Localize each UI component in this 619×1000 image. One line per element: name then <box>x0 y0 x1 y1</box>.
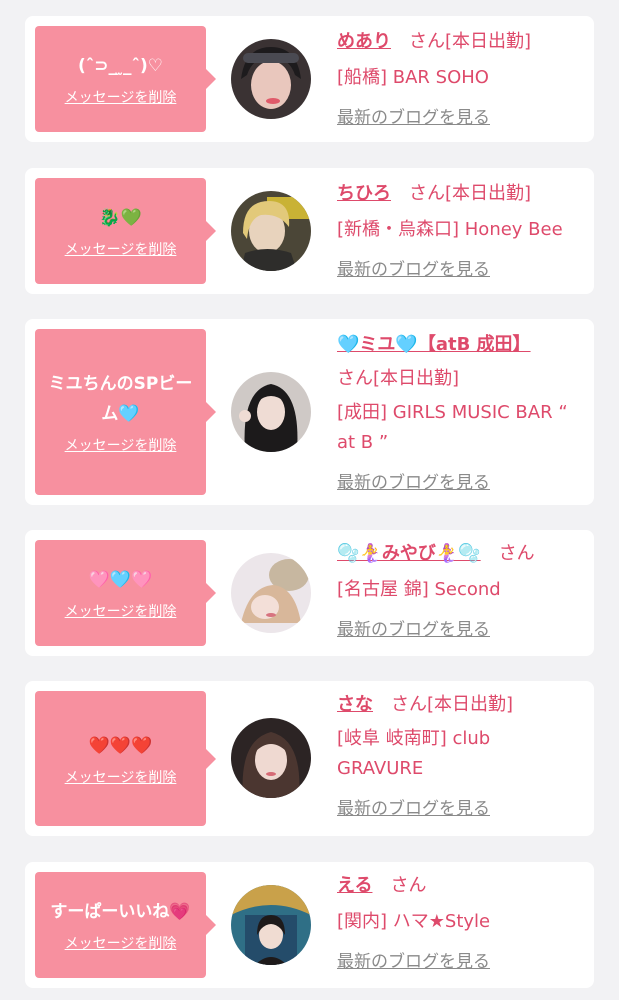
status-label: [本日出勤] <box>373 368 460 389</box>
message-text: ミユちんのSPビーム🩵 <box>48 374 193 424</box>
cast-info: さな さん[本日出勤] [岐阜 岐南町] club GRAVURE 最新のブログを… <box>337 690 587 824</box>
status-label: [本日出勤] <box>445 31 532 52</box>
message-card: (ˆ⊃_ ̫_ˆ)♡ メッセージを削除 めあり さん[本日出勤] [船橋] BAR… <box>25 16 594 142</box>
shop-label: [関内] ハマ★Style <box>337 911 491 932</box>
message-bubble: 🐉💚 メッセージを削除 <box>35 178 216 284</box>
honorific: さん <box>498 543 535 564</box>
cast-info: 🫧🧜‍♀️みやび🧜‍♀️🫧 さん [名古屋 錦] Second 最新のブログを見る <box>337 539 587 645</box>
shop-label: [成田] GIRLS MUSIC BAR “ at B ” <box>337 402 568 453</box>
avatar[interactable] <box>231 885 311 965</box>
message-text: すーぱーいいね💗 <box>50 902 191 922</box>
message-card: 🩷🩵🩷 メッセージを削除 🫧🧜‍♀️みやび🧜‍♀️🫧 さん [名古屋 錦] Sec… <box>25 530 594 656</box>
avatar[interactable] <box>231 553 311 633</box>
avatar[interactable] <box>231 718 311 798</box>
delete-message-link[interactable]: メッセージを削除 <box>65 435 177 455</box>
message-text: 🩷🩵🩷 <box>88 570 153 590</box>
message-text: (ˆ⊃_ ̫_ˆ)♡ <box>78 56 163 76</box>
cast-name-link[interactable]: 🫧🧜‍♀️みやび🧜‍♀️🫧 <box>337 543 481 564</box>
delete-message-link[interactable]: メッセージを削除 <box>65 933 177 953</box>
cast-name-link[interactable]: ちひろ <box>337 183 391 204</box>
message-text: 🐉💚 <box>99 208 142 228</box>
cast-name-link[interactable]: めあり <box>337 31 391 52</box>
cast-name-link[interactable]: 🩵ミユ🩵【atB 成田】 <box>337 334 531 355</box>
latest-blog-link[interactable]: 最新のブログを見る <box>337 947 490 977</box>
avatar[interactable] <box>231 39 311 119</box>
cast-info: ちひろ さん[本日出勤] [新橋・烏森口] Honey Bee 最新のブログを見る <box>337 179 587 285</box>
latest-blog-link[interactable]: 最新のブログを見る <box>337 255 490 285</box>
latest-blog-link[interactable]: 最新のブログを見る <box>337 103 490 133</box>
status-label: [本日出勤] <box>445 183 532 204</box>
message-card: すーぱーいいね💗 メッセージを削除 える さん [関内] ハマ★Style 最新の… <box>25 862 594 988</box>
shop-label: [名古屋 錦] Second <box>337 579 501 600</box>
honorific: さん <box>409 31 445 52</box>
honorific: さん <box>337 368 373 389</box>
delete-message-link[interactable]: メッセージを削除 <box>65 239 177 259</box>
cast-name-link[interactable]: さな <box>337 694 373 715</box>
avatar[interactable] <box>231 191 311 271</box>
avatar[interactable] <box>231 372 311 452</box>
delete-message-link[interactable]: メッセージを削除 <box>65 767 177 787</box>
message-text: ❤️❤️❤️ <box>88 735 153 756</box>
delete-message-link[interactable]: メッセージを削除 <box>65 87 177 107</box>
message-card: ❤️❤️❤️ メッセージを削除 さな さん[本日出勤] [岐阜 岐南町] club… <box>25 681 594 836</box>
message-bubble: ミユちんのSPビーム🩵 メッセージを削除 <box>35 329 216 495</box>
message-card: 🐉💚 メッセージを削除 ちひろ さん[本日出勤] [新橋・烏森口] Honey B… <box>25 168 594 294</box>
cast-info: える さん [関内] ハマ★Style 最新のブログを見る <box>337 871 587 977</box>
status-label: [本日出勤] <box>427 694 514 715</box>
latest-blog-link[interactable]: 最新のブログを見る <box>337 794 490 824</box>
message-card: ミユちんのSPビーム🩵 メッセージを削除 🩵ミユ🩵【atB 成田】 さん[本日出… <box>25 319 594 505</box>
shop-label: [新橋・烏森口] Honey Bee <box>337 219 563 240</box>
shop-label: [船橋] BAR SOHO <box>337 67 489 88</box>
latest-blog-link[interactable]: 最新のブログを見る <box>337 615 490 645</box>
cast-info: めあり さん[本日出勤] [船橋] BAR SOHO 最新のブログを見る <box>337 27 587 133</box>
message-bubble: すーぱーいいね💗 メッセージを削除 <box>35 872 216 978</box>
honorific: さん <box>409 183 445 204</box>
cast-name-link[interactable]: える <box>337 875 372 896</box>
honorific: さん <box>391 694 427 715</box>
message-bubble: 🩷🩵🩷 メッセージを削除 <box>35 540 216 646</box>
cast-info: 🩵ミユ🩵【atB 成田】 さん[本日出勤] [成田] GIRLS MUSIC B… <box>337 330 587 498</box>
delete-message-link[interactable]: メッセージを削除 <box>65 601 177 621</box>
latest-blog-link[interactable]: 最新のブログを見る <box>337 468 490 498</box>
shop-label: [岐阜 岐南町] club GRAVURE <box>337 728 491 779</box>
message-bubble: (ˆ⊃_ ̫_ˆ)♡ メッセージを削除 <box>35 26 216 132</box>
honorific: さん <box>390 875 427 896</box>
message-bubble: ❤️❤️❤️ メッセージを削除 <box>35 691 216 826</box>
